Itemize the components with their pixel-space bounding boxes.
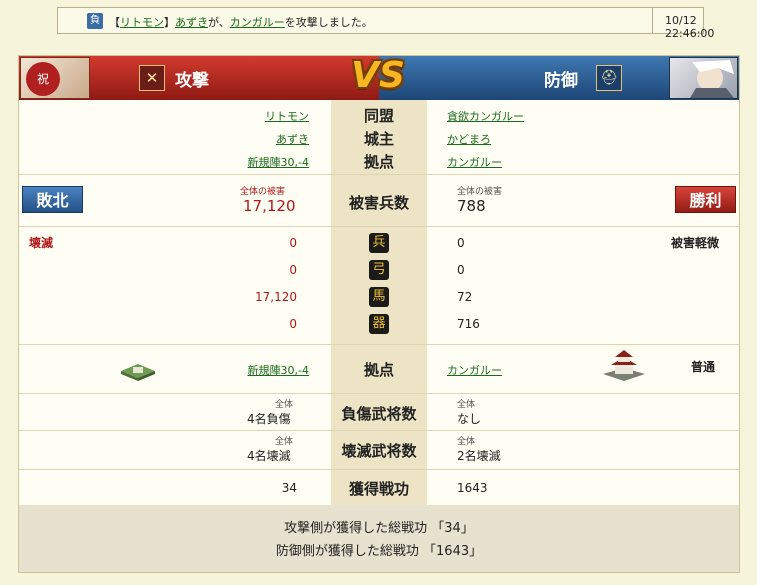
row-divider <box>19 393 739 394</box>
unit-defender-loss: 72 <box>457 290 473 304</box>
unit-attacker-loss: 17,120 <box>255 290 297 304</box>
merit-summary-footer: 攻撃側が獲得した総戦功 「34」 防御側が獲得した総戦功 「1643」 <box>19 505 739 572</box>
destroyed-defender-caption: 全体 <box>457 437 476 447</box>
battle-notice-bar: 負 【リトモン】あずきが、カンガルーを攻撃しました。 10/12 22:46:0… <box>57 7 714 40</box>
bow-icon: 弓 <box>369 260 389 280</box>
alliance-bracket-close: 】 <box>164 16 175 29</box>
injured-attacker-value: 4名負傷 <box>247 412 291 426</box>
warrior-portrait-icon <box>690 60 734 98</box>
defense-label: 防御 <box>544 71 578 91</box>
row-divider <box>19 469 739 470</box>
base-row-label: 拠点 <box>363 153 394 171</box>
attacker-alliance-link[interactable]: リトモン <box>189 108 309 124</box>
unit-defender-loss: 716 <box>457 317 480 331</box>
attacker-avatar: 祝 <box>20 57 90 99</box>
notice-player-link[interactable]: あずき <box>175 16 208 29</box>
row-divider <box>19 430 739 431</box>
destroyed-attacker-caption: 全体 <box>275 437 294 447</box>
attacker-lord-link[interactable]: あずき <box>189 131 309 147</box>
destroyed-generals-label: 壊滅武将数 <box>341 442 417 460</box>
notice-divider <box>652 8 653 33</box>
notice-timestamp: 10/12 22:46:00 <box>665 14 715 40</box>
siege-icon: 器 <box>369 314 389 334</box>
unit-attacker-loss: 0 <box>289 317 297 331</box>
defender-total-caption: 全体の被害 <box>457 187 503 197</box>
notice-alliance-link[interactable]: リトモン <box>120 16 164 29</box>
casualties-label: 被害兵数 <box>348 194 409 212</box>
celebration-seal-icon: 祝 <box>26 62 60 96</box>
battle-header: 祝 ✕ 攻撃 防御 ⛑ VS <box>19 55 739 100</box>
vs-emblem: VS <box>351 55 405 96</box>
camp-building-icon <box>121 364 155 381</box>
defender-avatar <box>669 57 738 99</box>
base-detail-label: 拠点 <box>363 361 394 379</box>
attacker-total-damage: 17,120 <box>243 197 296 215</box>
defender-lord-link[interactable]: かどまろ <box>447 131 491 147</box>
destroyed-defender-value: 2名壊滅 <box>457 449 501 463</box>
attack-label: 攻撃 <box>175 71 209 91</box>
unit-attacker-loss: 0 <box>289 236 297 250</box>
attacker-base-link[interactable]: 新規陣30,-4 <box>189 154 309 170</box>
unit-defender-loss: 0 <box>457 236 465 250</box>
destroyed-attacker-value: 4名壊滅 <box>247 449 291 463</box>
battle-report-panel: 祝 ✕ 攻撃 防御 ⛑ VS リトモン 同盟 貪欲カンガルー あずき 城主 かど… <box>18 55 740 573</box>
attacker-status: 壊滅 <box>29 236 54 250</box>
notice-suffix-text: を攻撃しました。 <box>284 16 373 29</box>
merit-label: 獲得戦功 <box>348 480 409 498</box>
row-divider <box>19 226 739 227</box>
attacker-base-row-link[interactable]: 新規陣30,-4 <box>189 362 309 378</box>
helmet-icon: ⛑ <box>596 65 622 91</box>
unit-defender-loss: 0 <box>457 263 465 277</box>
defender-base-row-link[interactable]: カンガルー <box>447 362 502 378</box>
notice-target-link[interactable]: カンガルー <box>230 16 285 29</box>
victory-result-button: 勝利 <box>675 186 736 213</box>
unit-attacker-loss: 0 <box>289 263 297 277</box>
attacker-total-caption: 全体の被害 <box>240 187 286 197</box>
injured-defender-value: なし <box>457 412 482 426</box>
defender-total-damage: 788 <box>457 197 486 215</box>
crossed-swords-icon: ✕ <box>139 65 165 91</box>
injured-generals-label: 負傷武将数 <box>341 405 417 423</box>
alliance-row-label: 同盟 <box>363 107 394 125</box>
spearman-icon: 兵 <box>369 233 389 253</box>
attacker-merit-summary: 攻撃側が獲得した総戦功 「34」 <box>284 521 474 536</box>
defender-merit-summary: 防御側が獲得した総戦功 「1643」 <box>275 544 483 559</box>
injured-defender-caption: 全体 <box>457 400 476 410</box>
lord-row-label: 城主 <box>363 130 394 148</box>
alliance-bracket-open: 【 <box>109 16 120 29</box>
defeat-badge: 負 <box>87 13 103 29</box>
defender-status: 被害軽微 <box>671 236 720 250</box>
row-divider <box>19 174 739 175</box>
defender-merit: 1643 <box>457 481 488 495</box>
horse-icon: 馬 <box>369 287 389 307</box>
castle-icon <box>603 350 645 381</box>
row-divider <box>19 344 739 345</box>
defender-base-state: 普通 <box>691 360 716 374</box>
battle-notice-message: 【リトモン】あずきが、カンガルーを攻撃しました。 <box>109 14 373 30</box>
defeat-result-button: 敗北 <box>22 186 83 213</box>
notice-middle-text: が、 <box>208 16 230 29</box>
attacker-merit: 34 <box>281 481 297 495</box>
defender-base-link[interactable]: カンガルー <box>447 154 502 170</box>
defender-alliance-link[interactable]: 貪欲カンガルー <box>447 108 524 124</box>
injured-attacker-caption: 全体 <box>275 400 294 410</box>
